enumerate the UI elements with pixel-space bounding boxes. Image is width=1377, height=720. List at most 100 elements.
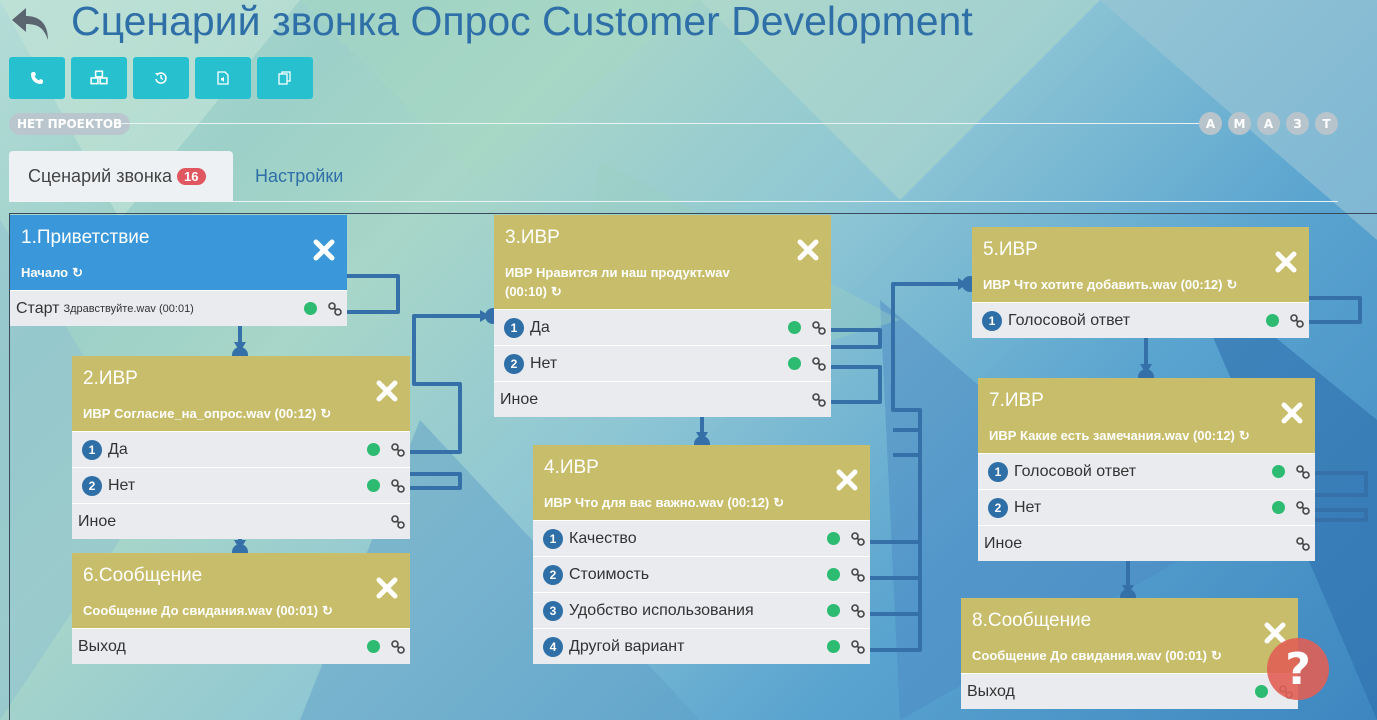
node-title: 8.Сообщение bbox=[972, 610, 1092, 631]
refresh-icon[interactable]: ↻ bbox=[1226, 275, 1237, 294]
tab-scenario[interactable]: Сценарий звонка 16 bbox=[9, 151, 233, 202]
link-icon[interactable] bbox=[1295, 536, 1311, 552]
tab-settings[interactable]: Настройки bbox=[255, 166, 343, 187]
node-header: 1.Приветствие Начало ↻ bbox=[10, 215, 347, 290]
option-number: 3 bbox=[543, 600, 563, 621]
output-status-dot[interactable] bbox=[1255, 685, 1268, 698]
link-icon[interactable] bbox=[390, 514, 406, 530]
refresh-icon[interactable]: ↻ bbox=[72, 263, 83, 282]
output-status-dot[interactable] bbox=[827, 604, 840, 617]
output-status-dot[interactable] bbox=[1272, 501, 1285, 514]
node-title: 1.Приветствие bbox=[21, 227, 150, 248]
row-label: Стоимость bbox=[569, 565, 650, 583]
node-title: 3.ИВР bbox=[505, 227, 560, 248]
close-icon[interactable] bbox=[1281, 402, 1303, 424]
cubes-button[interactable] bbox=[71, 57, 127, 99]
close-icon[interactable] bbox=[797, 239, 819, 261]
node-ivr-3[interactable]: 3.ИВР ИВР Нравится ли наш продукт.wav (0… bbox=[494, 215, 831, 417]
row-label: Удобство использования bbox=[569, 601, 754, 619]
link-icon[interactable] bbox=[390, 442, 406, 458]
arrow-back-icon[interactable] bbox=[10, 6, 50, 42]
user-avatar[interactable]: А bbox=[1257, 112, 1280, 135]
row-label: Нет bbox=[530, 354, 558, 372]
node-title: 2.ИВР bbox=[83, 368, 138, 389]
link-icon[interactable] bbox=[390, 478, 406, 494]
node-subtitle: Сообщение До свидания.wav (00:01) ↻ bbox=[972, 646, 1222, 665]
row-label: Старт bbox=[16, 299, 60, 317]
node-subtitle: Сообщение До свидания.wav (00:01) ↻ bbox=[83, 601, 333, 620]
user-avatar[interactable]: М bbox=[1228, 112, 1251, 135]
node-ivr-7[interactable]: 7.ИВР ИВР Какие есть замечания.wav (00:1… bbox=[978, 378, 1315, 561]
node-ivr-2[interactable]: 2.ИВР ИВР Согласие_на_опрос.wav (00:12) ↻… bbox=[72, 356, 410, 539]
output-status-dot[interactable] bbox=[367, 479, 380, 492]
copy-button[interactable] bbox=[257, 57, 313, 99]
link-icon[interactable] bbox=[850, 567, 866, 583]
node-header: 6.Сообщение Сообщение До свидания.wav (0… bbox=[72, 553, 410, 628]
output-status-dot[interactable] bbox=[304, 302, 317, 315]
link-icon[interactable] bbox=[811, 320, 827, 336]
node-message-6[interactable]: 6.Сообщение Сообщение До свидания.wav (0… bbox=[72, 553, 410, 664]
node-ivr-4[interactable]: 4.ИВР ИВР Что для вас важно.wav (00:12) ↻… bbox=[533, 445, 870, 664]
link-icon[interactable] bbox=[850, 603, 866, 619]
output-status-dot[interactable] bbox=[788, 321, 801, 334]
row-label: Качество bbox=[569, 529, 637, 547]
link-icon[interactable] bbox=[1295, 464, 1311, 480]
node-greeting[interactable]: 1.Приветствие Начало ↻ Старт Здравствуйте… bbox=[10, 215, 347, 326]
node-title: 4.ИВР bbox=[544, 457, 599, 478]
tab-divider bbox=[233, 201, 1338, 202]
row-label: Голосовой ответ bbox=[1008, 311, 1131, 329]
output-status-dot[interactable] bbox=[367, 640, 380, 653]
link-icon[interactable] bbox=[811, 356, 827, 372]
refresh-icon[interactable]: ↻ bbox=[773, 493, 784, 512]
node-header: 4.ИВР ИВР Что для вас важно.wav (00:12) ↻ bbox=[533, 445, 870, 520]
node-subtitle: ИВР Что для вас важно.wav (00:12) ↻ bbox=[544, 493, 785, 512]
node-output-row: 1 Качество bbox=[533, 520, 870, 556]
output-status-dot[interactable] bbox=[1266, 314, 1279, 327]
row-label: Выход bbox=[967, 682, 1015, 700]
refresh-icon[interactable]: ↻ bbox=[1239, 426, 1250, 445]
link-icon[interactable] bbox=[850, 531, 866, 547]
node-output-row: 1 Голосовой ответ bbox=[972, 302, 1309, 338]
refresh-icon[interactable]: ↻ bbox=[551, 282, 562, 301]
option-number: 2 bbox=[988, 497, 1008, 518]
node-output-row: 3 Удобство использования bbox=[533, 592, 870, 628]
projects-badge[interactable]: НЕТ ПРОЕКТОВ bbox=[9, 113, 131, 135]
refresh-icon[interactable]: ↻ bbox=[322, 601, 333, 620]
user-avatars: А М А З Т bbox=[1199, 112, 1338, 135]
node-ivr-5[interactable]: 5.ИВР ИВР Что хотите добавить.wav (00:12… bbox=[972, 227, 1309, 338]
node-output-row: Выход bbox=[72, 628, 410, 664]
row-label: Иное bbox=[500, 390, 539, 408]
link-icon[interactable] bbox=[850, 639, 866, 655]
close-icon[interactable] bbox=[1275, 251, 1297, 273]
refresh-icon[interactable]: ↻ bbox=[320, 404, 331, 423]
link-icon[interactable] bbox=[1289, 313, 1305, 329]
node-output-row: 1 Голосовой ответ bbox=[978, 453, 1315, 489]
call-button[interactable] bbox=[9, 57, 65, 99]
output-status-dot[interactable] bbox=[827, 568, 840, 581]
close-icon[interactable] bbox=[376, 577, 398, 599]
link-icon[interactable] bbox=[327, 301, 343, 317]
close-icon[interactable] bbox=[376, 380, 398, 402]
output-status-dot[interactable] bbox=[1272, 465, 1285, 478]
link-icon[interactable] bbox=[1295, 500, 1311, 516]
output-status-dot[interactable] bbox=[367, 443, 380, 456]
user-avatar[interactable]: Т bbox=[1315, 112, 1338, 135]
link-icon[interactable] bbox=[390, 639, 406, 655]
audio-file-button[interactable] bbox=[195, 57, 251, 99]
user-avatar[interactable]: З bbox=[1286, 112, 1309, 135]
close-icon[interactable] bbox=[836, 469, 858, 491]
close-icon[interactable] bbox=[313, 239, 335, 261]
node-header: 7.ИВР ИВР Какие есть замечания.wav (00:1… bbox=[978, 378, 1315, 453]
option-number: 4 bbox=[543, 636, 563, 657]
output-status-dot[interactable] bbox=[827, 640, 840, 653]
history-button[interactable] bbox=[133, 57, 189, 99]
link-icon[interactable] bbox=[811, 392, 827, 408]
node-message-8[interactable]: 8.Сообщение Сообщение До свидания.wav (0… bbox=[961, 598, 1298, 709]
divider bbox=[120, 123, 1200, 124]
output-status-dot[interactable] bbox=[788, 357, 801, 370]
output-status-dot[interactable] bbox=[827, 532, 840, 545]
refresh-icon[interactable]: ↻ bbox=[1211, 646, 1222, 665]
toolbar bbox=[9, 57, 313, 99]
help-button[interactable]: ? bbox=[1267, 638, 1329, 700]
user-avatar[interactable]: А bbox=[1199, 112, 1222, 135]
